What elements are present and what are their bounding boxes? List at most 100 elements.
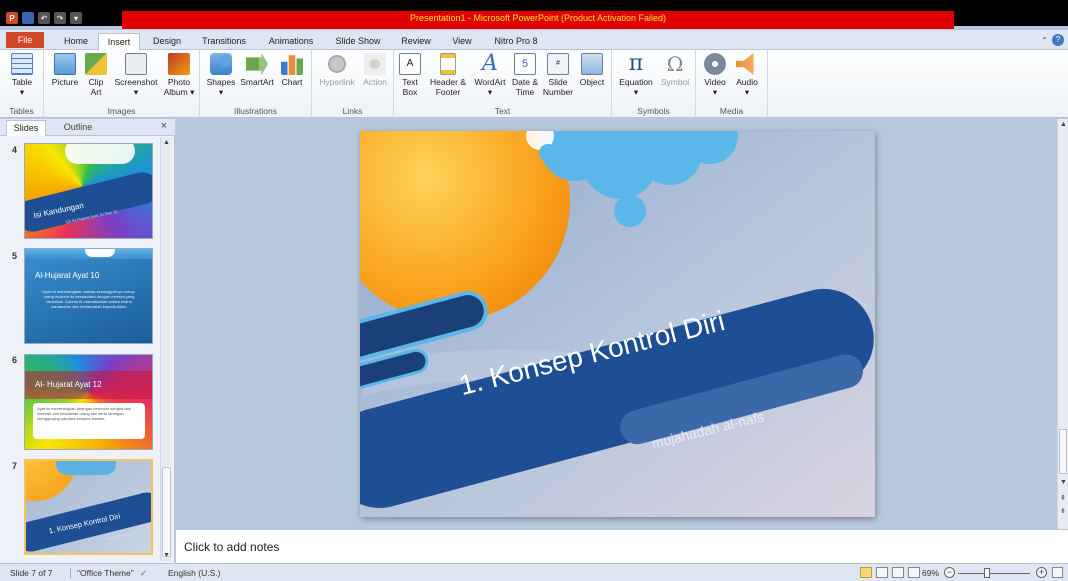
- header-footer-icon: [440, 53, 456, 75]
- equation-button[interactable]: π Equation ▾: [616, 53, 656, 98]
- scroll-thumb[interactable]: [1059, 429, 1067, 474]
- tab-slides[interactable]: Slides: [6, 120, 46, 136]
- ribbon-insert: Table ▾ Tables Picture Clip Art Screensho…: [0, 50, 1068, 118]
- group-links: Hyperlink Action Links: [312, 50, 394, 118]
- language-indicator[interactable]: English (U.S.): [168, 568, 220, 578]
- shapes-button[interactable]: Shapes ▾: [206, 53, 236, 97]
- group-illustrations: Shapes ▾ SmartArt Chart Illustrations: [200, 50, 312, 118]
- previous-slide-icon[interactable]: ⇞: [1060, 494, 1066, 502]
- scroll-up-icon[interactable]: ▲: [163, 139, 170, 146]
- current-slide[interactable]: 1. Konsep Kontrol Diri mujahadah al-nafs: [360, 131, 875, 517]
- group-symbols: π Equation ▾ Ω Symbol Symbols: [612, 50, 696, 118]
- slide-sorter-view-icon[interactable]: [876, 567, 888, 578]
- tab-insert[interactable]: Insert: [98, 33, 140, 51]
- notes-pane[interactable]: Click to add notes: [176, 529, 1068, 563]
- tab-design[interactable]: Design: [146, 33, 188, 50]
- table-button[interactable]: Table ▾: [8, 53, 36, 97]
- scroll-up-icon[interactable]: ▲: [1060, 121, 1067, 128]
- slide-show-view-icon[interactable]: [908, 567, 920, 578]
- tab-home[interactable]: Home: [56, 33, 96, 50]
- thumbnail-title: Al-Hujarat Ayat 10: [35, 271, 100, 280]
- group-images: Picture Clip Art Screenshot ▾ Photo Album…: [44, 50, 200, 118]
- redo-icon[interactable]: ↷: [54, 12, 66, 24]
- tab-nitro[interactable]: Nitro Pro 8: [488, 33, 544, 50]
- slide-number-button[interactable]: # Slide Number: [542, 53, 574, 97]
- panel-tabs: Slides Outline ×: [0, 119, 175, 136]
- scroll-down-icon[interactable]: ▼: [1060, 479, 1067, 486]
- zoom-out-icon[interactable]: −: [944, 567, 955, 578]
- zoom-slider-track[interactable]: [958, 573, 1030, 574]
- slide-thumbnail-5[interactable]: Al-Hujarat Ayat 10 Ayat ini menerangkan,…: [24, 248, 153, 344]
- hyperlink-button[interactable]: Hyperlink: [316, 53, 358, 87]
- video-button[interactable]: Video ▾: [700, 53, 730, 97]
- table-icon: [11, 53, 33, 75]
- slide-thumbnail-7[interactable]: 1. Konsep Kontrol Diri mujahadah al-nafs: [24, 459, 153, 555]
- hyperlink-icon: [326, 53, 348, 75]
- minimize-ribbon-icon[interactable]: ⌃: [1041, 36, 1048, 45]
- zoom-slider-knob[interactable]: [984, 568, 990, 578]
- slide-number-icon: #: [547, 53, 569, 75]
- tab-slide-show[interactable]: Slide Show: [330, 33, 386, 50]
- omega-icon: Ω: [666, 52, 684, 76]
- clip-art-button[interactable]: Clip Art: [84, 53, 108, 97]
- chart-icon: [281, 55, 303, 75]
- picture-icon: [54, 53, 76, 75]
- tab-animations[interactable]: Animations: [262, 33, 320, 50]
- help-icon[interactable]: ?: [1052, 34, 1064, 46]
- object-button[interactable]: Object: [576, 53, 608, 87]
- slide-number-4: 4: [12, 145, 18, 155]
- main-scrollbar[interactable]: ▲ ▼ ⇞ ⇟: [1057, 119, 1068, 529]
- zoom-level[interactable]: 69%: [922, 568, 939, 578]
- quick-access-toolbar: P ↶ ↷ ▾: [6, 12, 82, 24]
- calendar-icon: 5: [514, 53, 536, 75]
- zoom-in-icon[interactable]: +: [1036, 567, 1047, 578]
- screenshot-button[interactable]: Screenshot ▾: [112, 53, 160, 97]
- smartart-icon: [246, 53, 268, 75]
- slides-panel-scrollbar[interactable]: ▲ ▼: [160, 137, 172, 561]
- thumbnail-body: Ayat ini menerangkan larangan berburuk s…: [37, 406, 131, 421]
- slide-number-5: 5: [12, 251, 18, 261]
- text-box-button[interactable]: A Text Box: [398, 53, 422, 97]
- action-icon: [364, 53, 386, 75]
- scroll-down-icon[interactable]: ▼: [163, 552, 170, 559]
- slide-artwork: [360, 131, 875, 517]
- reading-view-icon[interactable]: [892, 567, 904, 578]
- chart-button[interactable]: Chart: [278, 53, 306, 87]
- group-text: A Text Box Header & Footer A WordArt ▾ 5 …: [394, 50, 612, 118]
- screenshot-icon: [125, 53, 147, 75]
- powerpoint-logo-icon[interactable]: P: [6, 12, 18, 24]
- notes-placeholder[interactable]: Click to add notes: [184, 540, 279, 554]
- slide-thumbnail-4[interactable]: Isi Kandungan QS Al-Hujurat Ayat 10 Dan …: [24, 143, 153, 239]
- group-media: Video ▾ Audio ▾ Media: [696, 50, 768, 118]
- next-slide-icon[interactable]: ⇟: [1060, 507, 1066, 515]
- smartart-button[interactable]: SmartArt: [238, 53, 276, 87]
- thumbnail-title: Al- Hujarat Ayat 12: [35, 380, 102, 389]
- tab-transitions[interactable]: Transitions: [196, 33, 252, 50]
- spell-check-icon[interactable]: ✓: [140, 568, 147, 579]
- tab-file[interactable]: File: [6, 32, 44, 48]
- action-button[interactable]: Action: [360, 53, 390, 87]
- date-time-button[interactable]: 5 Date & Time: [510, 53, 540, 97]
- slide-thumbnail-6[interactable]: Al- Hujarat Ayat 12 Ayat ini menerangkan…: [24, 354, 153, 450]
- header-footer-button[interactable]: Header & Footer: [426, 53, 470, 97]
- undo-icon[interactable]: ↶: [38, 12, 50, 24]
- wordart-button[interactable]: A WordArt ▾: [472, 51, 508, 98]
- tab-review[interactable]: Review: [396, 33, 436, 50]
- tab-outline[interactable]: Outline: [52, 120, 104, 136]
- close-panel-icon[interactable]: ×: [161, 120, 167, 132]
- film-reel-icon: [704, 53, 726, 75]
- wordart-icon: A: [482, 51, 498, 76]
- customize-toolbar-icon[interactable]: ▾: [70, 12, 82, 24]
- fit-to-window-icon[interactable]: [1052, 567, 1063, 578]
- symbol-button[interactable]: Ω Symbol: [658, 53, 692, 87]
- audio-button[interactable]: Audio ▾: [732, 53, 762, 97]
- save-icon[interactable]: [22, 12, 34, 24]
- scroll-thumb[interactable]: [162, 467, 171, 557]
- theme-name[interactable]: "Office Theme": [70, 568, 134, 578]
- window-title: Presentation1 - Microsoft PowerPoint (Pr…: [409, 13, 667, 23]
- normal-view-icon[interactable]: [860, 567, 872, 578]
- tab-view[interactable]: View: [446, 33, 478, 50]
- group-tables: Table ▾ Tables: [0, 50, 44, 118]
- photo-album-button[interactable]: Photo Album ▾: [162, 53, 196, 97]
- picture-button[interactable]: Picture: [48, 53, 82, 87]
